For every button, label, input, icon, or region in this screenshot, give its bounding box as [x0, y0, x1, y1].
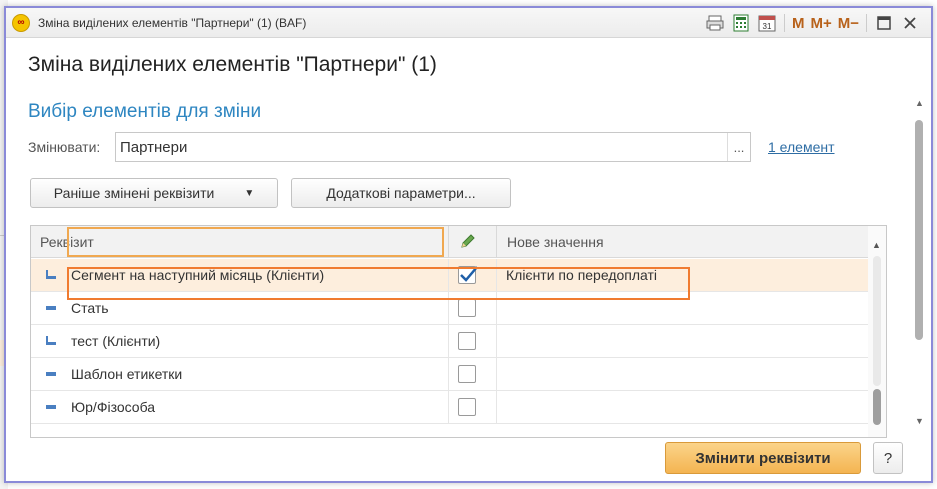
table-row[interactable]: Юр/Фізособа [31, 391, 869, 424]
cell-divider [496, 391, 497, 424]
scroll-down-icon[interactable]: ▼ [915, 416, 924, 426]
extra-parameters-button[interactable]: Додаткові параметри... [291, 178, 511, 208]
toolbar-separator [866, 14, 867, 32]
scroll-thumb[interactable] [915, 120, 923, 340]
cell-divider [496, 325, 497, 358]
highlight-selected-row [67, 267, 690, 300]
change-object-input[interactable]: Партнери [115, 132, 751, 162]
scroll-up-icon[interactable]: ▲ [872, 240, 881, 250]
app-logo-icon: ∞ [12, 14, 30, 32]
section-title: Вибір елементів для зміни [28, 101, 262, 122]
row-checkbox[interactable] [458, 299, 476, 317]
calendar-day: 31 [763, 22, 772, 31]
cell-divider [448, 391, 449, 424]
row-checkbox[interactable] [458, 398, 476, 416]
attribute-extra-icon [46, 270, 56, 279]
table-row[interactable]: Шаблон етикетки [31, 358, 869, 391]
row-attribute-name: Юр/Фізособа [71, 399, 156, 415]
form-title: Зміна виділених елементів "Партнери" (1) [28, 53, 437, 76]
row-attribute-name: тест (Клієнти) [71, 333, 161, 349]
column-divider [496, 226, 497, 258]
close-icon[interactable] [897, 12, 923, 34]
cell-divider [448, 325, 449, 358]
title-bar: ∞ Зміна виділених елементів "Партнери" (… [6, 8, 931, 38]
scroll-thumb[interactable] [873, 389, 881, 425]
memory-minus-button[interactable]: M− [835, 12, 862, 34]
previous-attributes-label: Раніше змінені реквізити [53, 185, 215, 201]
column-header-new-value[interactable]: Нове значення [507, 234, 604, 250]
row-checkbox[interactable] [458, 365, 476, 383]
cell-divider [448, 358, 449, 391]
attribute-icon [46, 306, 56, 310]
attribute-icon [46, 405, 56, 409]
previous-attributes-button[interactable]: Раніше змінені реквізити ▼ [30, 178, 278, 208]
elements-count-link[interactable]: 1 елемент [768, 139, 835, 155]
scroll-up-icon[interactable]: ▲ [915, 98, 924, 108]
row-attribute-name: Стать [71, 300, 109, 316]
window-title: Зміна виділених елементів "Партнери" (1)… [38, 16, 307, 30]
window-scrollbar[interactable]: ▲ ▼ [913, 98, 925, 428]
maximize-icon[interactable] [871, 12, 897, 34]
change-label: Змінювати: [28, 139, 101, 155]
attribute-extra-icon [46, 336, 56, 345]
table-row[interactable]: тест (Клієнти) [31, 325, 869, 358]
cell-divider [496, 358, 497, 391]
memory-plus-button[interactable]: M+ [807, 12, 834, 34]
calculator-icon[interactable] [728, 12, 754, 34]
print-icon[interactable] [702, 12, 728, 34]
select-button[interactable]: ... [727, 133, 750, 161]
memory-button[interactable]: M [789, 12, 808, 34]
column-divider [448, 226, 449, 258]
row-attribute-name: Шаблон етикетки [71, 366, 183, 382]
pencil-icon [461, 234, 475, 248]
toolbar-separator [783, 14, 785, 32]
dropdown-arrow-icon: ▼ [244, 187, 255, 199]
highlight-attribute-name [67, 227, 444, 257]
dialog-window: ∞ Зміна виділених елементів "Партнери" (… [4, 6, 933, 483]
apply-changes-button[interactable]: Змінити реквізити [665, 442, 861, 474]
title-bar-toolbar: 31 M M+ M− [702, 12, 923, 34]
table-scrollbar[interactable]: ▲ [868, 226, 886, 437]
calendar-icon[interactable]: 31 [754, 12, 780, 34]
scroll-track[interactable] [873, 256, 881, 386]
attributes-table: Реквізит Нове значення Сегмент на наступ… [30, 225, 887, 438]
attribute-icon [46, 372, 56, 376]
help-button[interactable]: ? [873, 442, 903, 474]
row-checkbox[interactable] [458, 332, 476, 350]
